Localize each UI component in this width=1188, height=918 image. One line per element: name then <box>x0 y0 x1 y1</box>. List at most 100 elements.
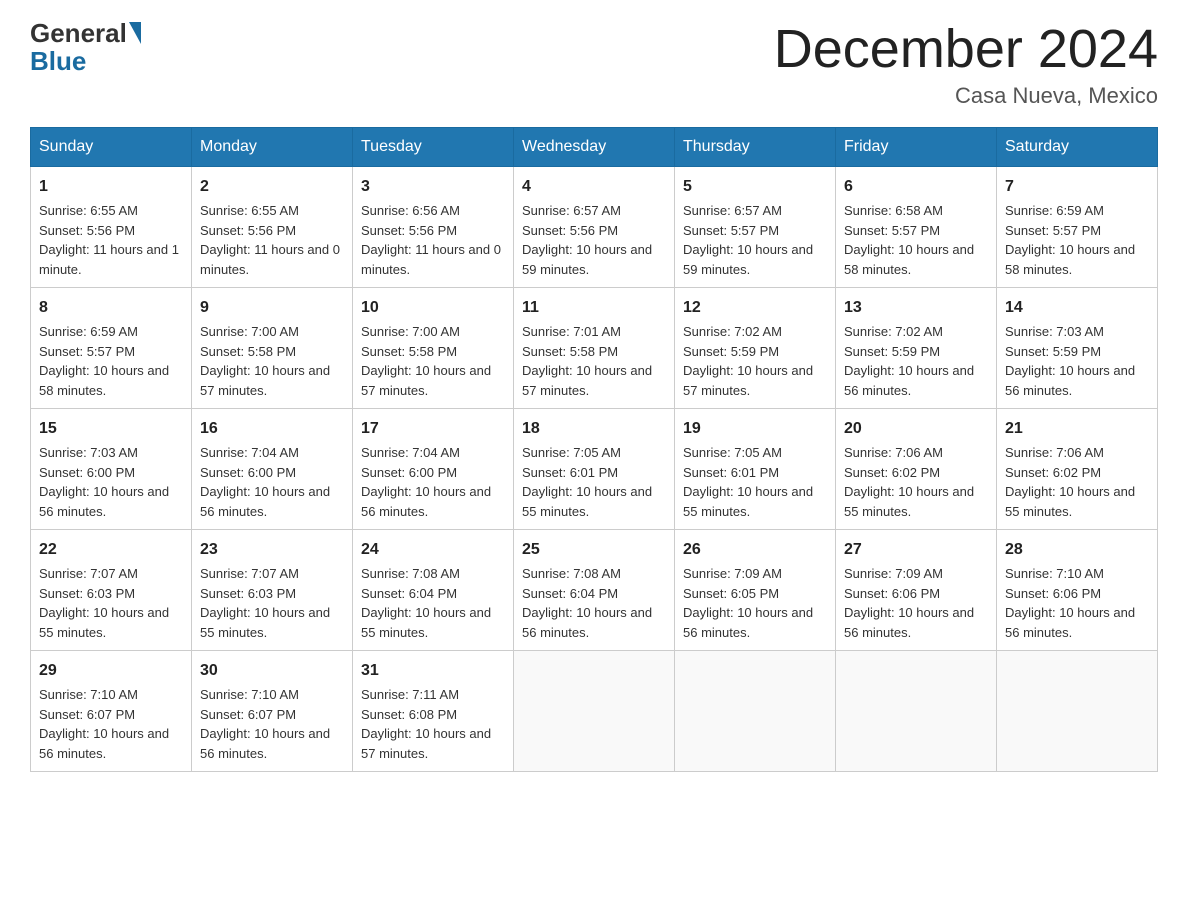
calendar-cell: 5 Sunrise: 6:57 AMSunset: 5:57 PMDaylight… <box>675 167 836 288</box>
calendar-cell: 29 Sunrise: 7:10 AMSunset: 6:07 PMDayligh… <box>31 651 192 772</box>
calendar-cell: 30Sunrise: 7:10 AMSunset: 6:07 PMDayligh… <box>192 651 353 772</box>
day-number: 11 <box>522 296 666 320</box>
calendar-week-row: 1 Sunrise: 6:55 AMSunset: 5:56 PMDaylight… <box>31 167 1158 288</box>
day-number: 2 <box>200 175 344 199</box>
calendar-cell: 31 Sunrise: 7:11 AMSunset: 6:08 PMDayligh… <box>353 651 514 772</box>
day-info: Sunrise: 7:08 AMSunset: 6:04 PMDaylight:… <box>522 566 652 640</box>
day-info: Sunrise: 6:57 AMSunset: 5:57 PMDaylight:… <box>683 203 813 277</box>
calendar-week-row: 15Sunrise: 7:03 AMSunset: 6:00 PMDayligh… <box>31 409 1158 530</box>
day-number: 17 <box>361 417 505 441</box>
calendar-cell: 18 Sunrise: 7:05 AMSunset: 6:01 PMDayligh… <box>514 409 675 530</box>
day-number: 6 <box>844 175 988 199</box>
day-number: 27 <box>844 538 988 562</box>
calendar-cell: 13Sunrise: 7:02 AMSunset: 5:59 PMDayligh… <box>836 288 997 409</box>
header-thursday: Thursday <box>675 128 836 167</box>
day-info: Sunrise: 6:56 AMSunset: 5:56 PMDaylight:… <box>361 203 501 277</box>
day-number: 10 <box>361 296 505 320</box>
day-info: Sunrise: 6:57 AMSunset: 5:56 PMDaylight:… <box>522 203 652 277</box>
day-number: 7 <box>1005 175 1149 199</box>
day-number: 20 <box>844 417 988 441</box>
day-info: Sunrise: 7:09 AMSunset: 6:06 PMDaylight:… <box>844 566 974 640</box>
calendar-cell <box>514 651 675 772</box>
day-number: 9 <box>200 296 344 320</box>
day-number: 18 <box>522 417 666 441</box>
calendar-cell: 16Sunrise: 7:04 AMSunset: 6:00 PMDayligh… <box>192 409 353 530</box>
day-number: 29 <box>39 659 183 683</box>
header-friday: Friday <box>836 128 997 167</box>
day-number: 3 <box>361 175 505 199</box>
day-number: 23 <box>200 538 344 562</box>
calendar-cell: 9 Sunrise: 7:00 AMSunset: 5:58 PMDaylight… <box>192 288 353 409</box>
day-info: Sunrise: 7:10 AMSunset: 6:07 PMDaylight:… <box>39 687 169 761</box>
calendar-week-row: 22 Sunrise: 7:07 AMSunset: 6:03 PMDayligh… <box>31 530 1158 651</box>
calendar-cell: 8 Sunrise: 6:59 AMSunset: 5:57 PMDaylight… <box>31 288 192 409</box>
day-info: Sunrise: 7:07 AMSunset: 6:03 PMDaylight:… <box>200 566 330 640</box>
calendar-cell: 4Sunrise: 6:57 AMSunset: 5:56 PMDaylight… <box>514 167 675 288</box>
day-number: 31 <box>361 659 505 683</box>
calendar-cell: 22 Sunrise: 7:07 AMSunset: 6:03 PMDayligh… <box>31 530 192 651</box>
header-wednesday: Wednesday <box>514 128 675 167</box>
header-sunday: Sunday <box>31 128 192 167</box>
calendar-cell: 20Sunrise: 7:06 AMSunset: 6:02 PMDayligh… <box>836 409 997 530</box>
calendar-cell: 12 Sunrise: 7:02 AMSunset: 5:59 PMDayligh… <box>675 288 836 409</box>
day-number: 1 <box>39 175 183 199</box>
day-number: 21 <box>1005 417 1149 441</box>
day-info: Sunrise: 7:03 AMSunset: 5:59 PMDaylight:… <box>1005 324 1135 398</box>
calendar-week-row: 29 Sunrise: 7:10 AMSunset: 6:07 PMDayligh… <box>31 651 1158 772</box>
title-area: December 2024 Casa Nueva, Mexico <box>774 20 1158 109</box>
page-header: General Blue December 2024 Casa Nueva, M… <box>30 20 1158 109</box>
day-info: Sunrise: 7:00 AMSunset: 5:58 PMDaylight:… <box>200 324 330 398</box>
day-number: 5 <box>683 175 827 199</box>
day-info: Sunrise: 7:09 AMSunset: 6:05 PMDaylight:… <box>683 566 813 640</box>
day-info: Sunrise: 7:04 AMSunset: 6:00 PMDaylight:… <box>200 445 330 519</box>
calendar-cell: 7Sunrise: 6:59 AMSunset: 5:57 PMDaylight… <box>997 167 1158 288</box>
day-info: Sunrise: 7:07 AMSunset: 6:03 PMDaylight:… <box>39 566 169 640</box>
day-info: Sunrise: 7:01 AMSunset: 5:58 PMDaylight:… <box>522 324 652 398</box>
header-tuesday: Tuesday <box>353 128 514 167</box>
day-number: 8 <box>39 296 183 320</box>
calendar-cell: 11 Sunrise: 7:01 AMSunset: 5:58 PMDayligh… <box>514 288 675 409</box>
day-info: Sunrise: 6:58 AMSunset: 5:57 PMDaylight:… <box>844 203 974 277</box>
calendar-cell: 21 Sunrise: 7:06 AMSunset: 6:02 PMDayligh… <box>997 409 1158 530</box>
calendar-cell: 27 Sunrise: 7:09 AMSunset: 6:06 PMDayligh… <box>836 530 997 651</box>
day-info: Sunrise: 7:00 AMSunset: 5:58 PMDaylight:… <box>361 324 491 398</box>
calendar-cell <box>997 651 1158 772</box>
day-number: 13 <box>844 296 988 320</box>
day-number: 22 <box>39 538 183 562</box>
calendar-cell <box>836 651 997 772</box>
calendar-cell: 15Sunrise: 7:03 AMSunset: 6:00 PMDayligh… <box>31 409 192 530</box>
day-number: 26 <box>683 538 827 562</box>
day-info: Sunrise: 6:55 AMSunset: 5:56 PMDaylight:… <box>39 203 179 277</box>
logo-blue-text: Blue <box>30 46 86 76</box>
calendar-cell: 28Sunrise: 7:10 AMSunset: 6:06 PMDayligh… <box>997 530 1158 651</box>
day-info: Sunrise: 6:59 AMSunset: 5:57 PMDaylight:… <box>39 324 169 398</box>
day-info: Sunrise: 7:04 AMSunset: 6:00 PMDaylight:… <box>361 445 491 519</box>
calendar-cell <box>675 651 836 772</box>
day-number: 14 <box>1005 296 1149 320</box>
calendar-cell: 1 Sunrise: 6:55 AMSunset: 5:56 PMDaylight… <box>31 167 192 288</box>
day-number: 12 <box>683 296 827 320</box>
header-saturday: Saturday <box>997 128 1158 167</box>
calendar-cell: 24Sunrise: 7:08 AMSunset: 6:04 PMDayligh… <box>353 530 514 651</box>
day-info: Sunrise: 7:10 AMSunset: 6:06 PMDaylight:… <box>1005 566 1135 640</box>
calendar-cell: 26 Sunrise: 7:09 AMSunset: 6:05 PMDayligh… <box>675 530 836 651</box>
day-info: Sunrise: 7:11 AMSunset: 6:08 PMDaylight:… <box>361 687 491 761</box>
day-info: Sunrise: 7:05 AMSunset: 6:01 PMDaylight:… <box>522 445 652 519</box>
calendar-cell: 23 Sunrise: 7:07 AMSunset: 6:03 PMDayligh… <box>192 530 353 651</box>
calendar-table: SundayMondayTuesdayWednesdayThursdayFrid… <box>30 127 1158 772</box>
header-monday: Monday <box>192 128 353 167</box>
calendar-cell: 10 Sunrise: 7:00 AMSunset: 5:58 PMDayligh… <box>353 288 514 409</box>
day-info: Sunrise: 7:08 AMSunset: 6:04 PMDaylight:… <box>361 566 491 640</box>
logo-arrow-icon <box>129 22 141 44</box>
day-number: 15 <box>39 417 183 441</box>
calendar-cell: 6 Sunrise: 6:58 AMSunset: 5:57 PMDaylight… <box>836 167 997 288</box>
day-info: Sunrise: 7:02 AMSunset: 5:59 PMDaylight:… <box>683 324 813 398</box>
day-info: Sunrise: 7:10 AMSunset: 6:07 PMDaylight:… <box>200 687 330 761</box>
calendar-cell: 2 Sunrise: 6:55 AMSunset: 5:56 PMDaylight… <box>192 167 353 288</box>
calendar-cell: 17 Sunrise: 7:04 AMSunset: 6:00 PMDayligh… <box>353 409 514 530</box>
day-info: Sunrise: 6:55 AMSunset: 5:56 PMDaylight:… <box>200 203 340 277</box>
calendar-header-row: SundayMondayTuesdayWednesdayThursdayFrid… <box>31 128 1158 167</box>
day-number: 19 <box>683 417 827 441</box>
day-info: Sunrise: 7:06 AMSunset: 6:02 PMDaylight:… <box>1005 445 1135 519</box>
calendar-cell: 25Sunrise: 7:08 AMSunset: 6:04 PMDayligh… <box>514 530 675 651</box>
